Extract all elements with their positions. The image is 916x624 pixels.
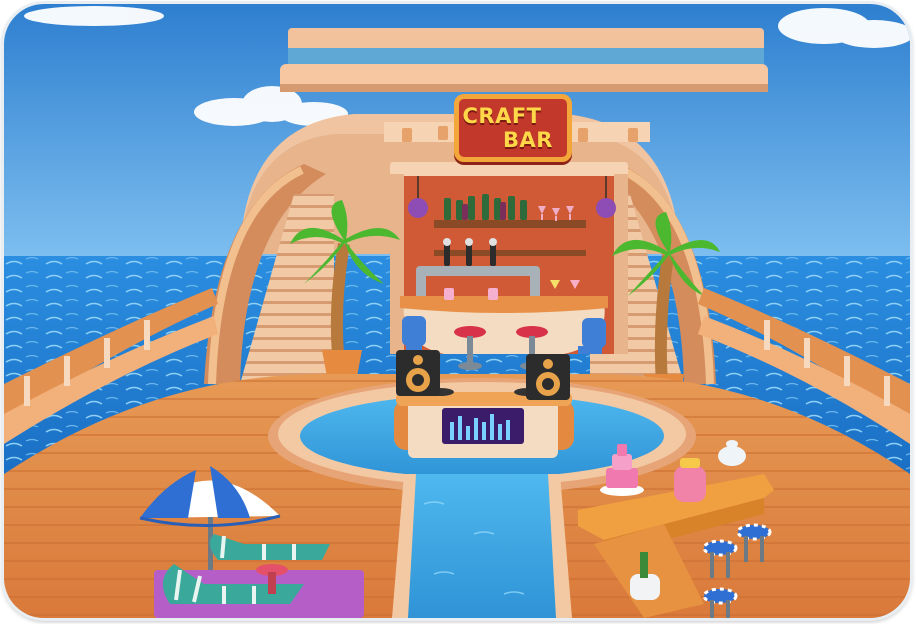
sign-text-bar: BAR bbox=[503, 127, 553, 152]
game-viewport: CRAFT BAR bbox=[4, 4, 910, 618]
sign-text-craft: CRAFT bbox=[462, 103, 542, 128]
craft-bar-sign[interactable]: CRAFT BAR bbox=[454, 94, 572, 162]
